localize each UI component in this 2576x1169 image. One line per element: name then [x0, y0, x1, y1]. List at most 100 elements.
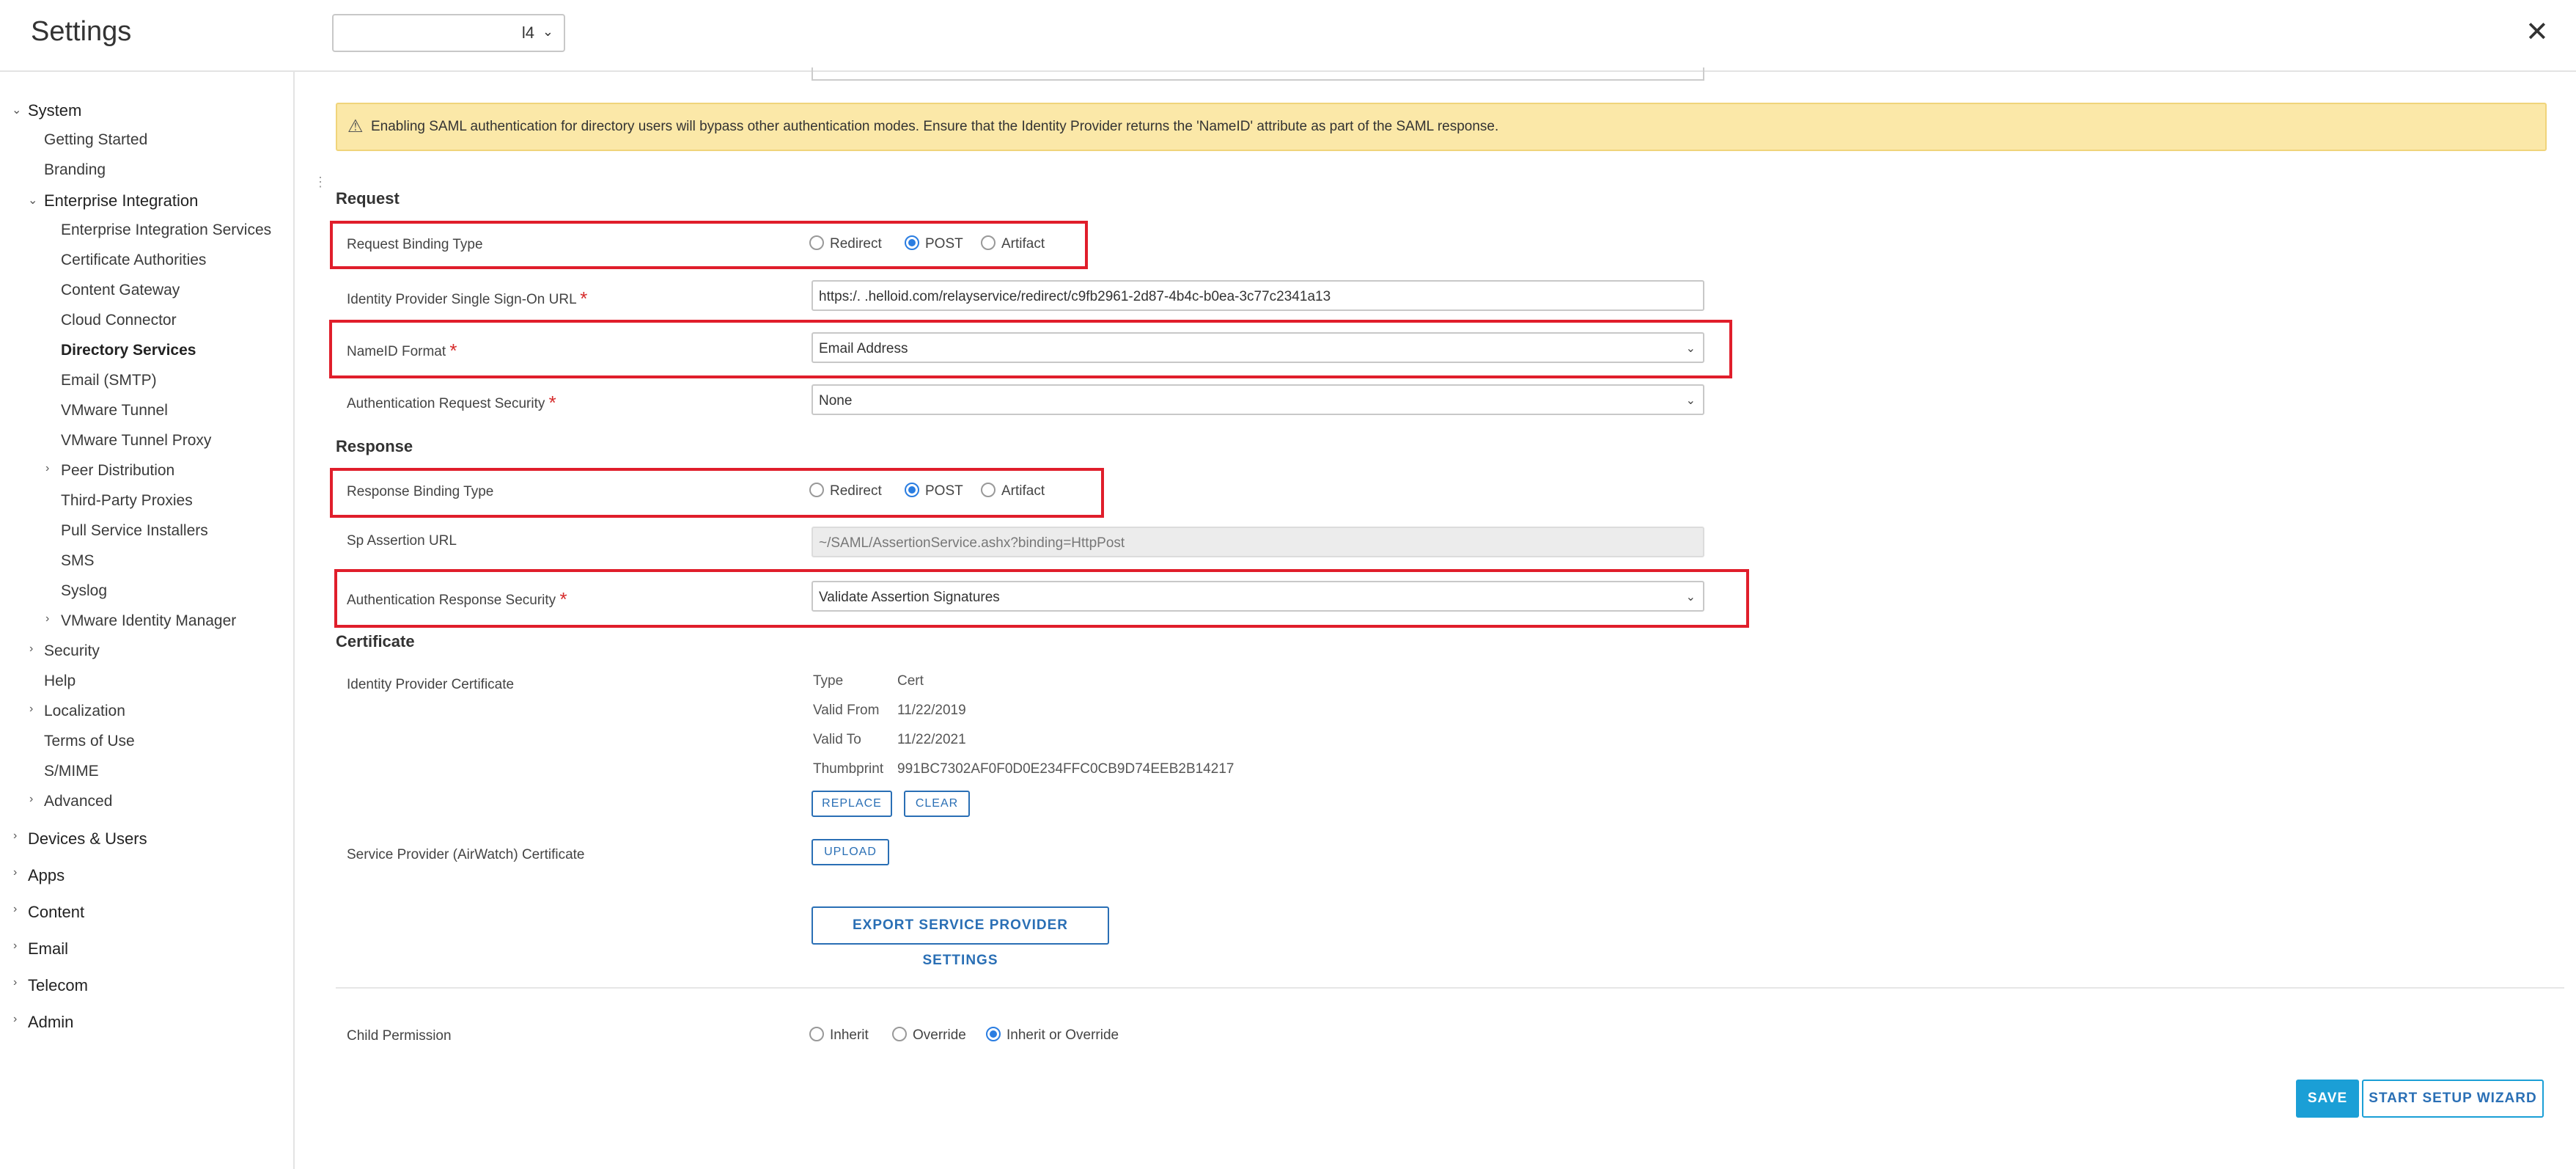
chevron-right-icon[interactable]: › — [13, 903, 17, 916]
auth-response-security-select[interactable]: Validate Assertion Signatures ⌄ — [812, 581, 1704, 612]
chevron-down-icon: ⌄ — [542, 24, 553, 39]
sidebar-item-syslog[interactable]: Syslog — [61, 582, 107, 600]
idp-certificate-label: Identity Provider Certificate — [347, 677, 515, 692]
child-permission-override-radio[interactable]: Override — [892, 1026, 966, 1044]
sidebar-item-advanced[interactable]: Advanced — [44, 793, 112, 810]
required-marker: * — [449, 340, 457, 362]
response-binding-redirect-radio[interactable]: Redirect — [809, 482, 882, 499]
radio-label: POST — [925, 483, 963, 499]
nameid-format-select[interactable]: Email Address ⌄ — [812, 332, 1704, 363]
replace-button[interactable]: REPLACE — [812, 791, 892, 817]
chevron-right-icon[interactable]: › — [29, 642, 33, 656]
sidebar-item-content[interactable]: Content — [28, 903, 84, 922]
response-binding-post-radio[interactable]: POST — [905, 482, 963, 499]
main-content: ⚠ Enabling SAML authentication for direc… — [295, 67, 2576, 1169]
sidebar-item-vmware-tunnel-proxy[interactable]: VMware Tunnel Proxy — [61, 432, 211, 450]
chevron-right-icon[interactable]: › — [29, 793, 33, 806]
organization-group-value: l4 — [521, 23, 534, 42]
radio-label: Inherit — [830, 1027, 869, 1043]
request-binding-redirect-radio[interactable]: Redirect — [809, 235, 882, 252]
radio-selected-icon — [905, 235, 919, 250]
sidebar-item-sms[interactable]: SMS — [61, 552, 95, 570]
sidebar-item-terms-of-use[interactable]: Terms of Use — [44, 733, 135, 750]
partial-input-field[interactable] — [812, 67, 1704, 81]
chevron-right-icon[interactable]: › — [13, 829, 17, 843]
cert-type-value: Cert — [897, 673, 924, 689]
sso-url-input[interactable]: https:/. .helloid.com/relayservice/redir… — [812, 280, 1704, 311]
sidebar-item-vmware-identity-manager[interactable]: VMware Identity Manager — [61, 612, 236, 630]
header-bar: Settings l4 ⌄ ✕ — [0, 0, 2576, 72]
radio-label: Redirect — [830, 483, 882, 499]
select-value: Email Address — [819, 341, 908, 356]
child-permission-inherit-radio[interactable]: Inherit — [809, 1026, 869, 1044]
sidebar-item-vmware-tunnel[interactable]: VMware Tunnel — [61, 402, 168, 419]
required-marker: * — [548, 392, 556, 414]
sidebar-item-third-party-proxies[interactable]: Third-Party Proxies — [61, 492, 193, 510]
sidebar-item-help[interactable]: Help — [44, 673, 76, 690]
sidebar-item-content-gateway[interactable]: Content Gateway — [61, 282, 180, 299]
sidebar-item-certificate-authorities[interactable]: Certificate Authorities — [61, 252, 206, 269]
sidebar-item-admin[interactable]: Admin — [28, 1013, 73, 1032]
cert-type-key: Type — [813, 673, 844, 689]
sidebar-item-cloud-connector[interactable]: Cloud Connector — [61, 312, 177, 329]
sso-url-label: Identity Provider Single Sign-On URL * — [347, 286, 587, 309]
select-value: Validate Assertion Signatures — [819, 590, 1000, 605]
response-binding-artifact-radio[interactable]: Artifact — [981, 482, 1045, 499]
chevron-right-icon[interactable]: › — [13, 939, 17, 953]
cert-valid-to-value: 11/22/2021 — [897, 732, 966, 747]
clear-button[interactable]: CLEAR — [904, 791, 970, 817]
chevron-down-icon[interactable]: ⌄ — [28, 193, 37, 208]
sidebar-item-telecom[interactable]: Telecom — [28, 976, 88, 995]
label-text: Authentication Request Security — [347, 396, 545, 411]
sidebar-item-email-smtp[interactable]: Email (SMTP) — [61, 372, 157, 389]
sidebar-item-enterprise-integration-services[interactable]: Enterprise Integration Services — [61, 221, 271, 239]
sidebar-item-devices-users[interactable]: Devices & Users — [28, 829, 147, 849]
save-button[interactable]: SAVE — [2296, 1080, 2359, 1118]
sp-certificate-label: Service Provider (AirWatch) Certificate — [347, 847, 585, 862]
sidebar-item-email[interactable]: Email — [28, 939, 68, 959]
chevron-right-icon[interactable]: › — [13, 1013, 17, 1026]
sidebar-item-peer-distribution[interactable]: Peer Distribution — [61, 462, 174, 480]
sidebar-item-pull-service-installers[interactable]: Pull Service Installers — [61, 522, 208, 540]
start-setup-wizard-button[interactable]: START SETUP WIZARD — [2362, 1080, 2544, 1118]
response-section-title: Response — [336, 437, 413, 455]
organization-group-select[interactable]: l4 ⌄ — [332, 14, 565, 52]
auth-request-security-select[interactable]: None ⌄ — [812, 384, 1704, 415]
sidebar-item-enterprise-integration[interactable]: Enterprise Integration — [44, 191, 198, 210]
child-permission-inherit-or-override-radio[interactable]: Inherit or Override — [986, 1026, 1119, 1044]
warning-banner: ⚠ Enabling SAML authentication for direc… — [336, 103, 2547, 151]
cert-valid-to-key: Valid To — [813, 732, 861, 747]
request-section-title: Request — [336, 189, 400, 208]
request-binding-artifact-radio[interactable]: Artifact — [981, 235, 1045, 252]
sidebar-item-branding[interactable]: Branding — [44, 161, 106, 179]
input-value: ~/SAML/AssertionService.ashx?binding=Htt… — [819, 535, 1125, 551]
sidebar-item-apps[interactable]: Apps — [28, 866, 65, 885]
radio-icon — [809, 235, 824, 250]
close-icon[interactable]: ✕ — [2525, 18, 2549, 46]
radio-selected-icon — [986, 1026, 1001, 1041]
chevron-down-icon: ⌄ — [1685, 342, 1696, 355]
nameid-label: NameID Format * — [347, 338, 457, 362]
request-binding-post-radio[interactable]: POST — [905, 235, 963, 252]
chevron-right-icon[interactable]: › — [29, 703, 33, 716]
export-sp-settings-button[interactable]: EXPORT SERVICE PROVIDER SETTINGS — [812, 906, 1109, 968]
chevron-down-icon[interactable]: ⌄ — [12, 103, 21, 117]
sidebar-item-localization[interactable]: Localization — [44, 703, 125, 720]
chevron-right-icon[interactable]: › — [13, 866, 17, 879]
input-value: https:/. .helloid.com/relayservice/redir… — [819, 289, 1331, 304]
sidebar-item-smime[interactable]: S/MIME — [44, 763, 99, 780]
upload-button[interactable]: UPLOAD — [812, 839, 889, 865]
chevron-right-icon[interactable]: › — [45, 462, 49, 475]
sidebar-item-getting-started[interactable]: Getting Started — [44, 131, 147, 149]
radio-icon — [892, 1026, 907, 1041]
sidebar-item-directory-services[interactable]: Directory Services — [61, 342, 196, 359]
select-value: None — [819, 393, 853, 408]
request-binding-label: Request Binding Type — [347, 237, 483, 252]
sidebar-item-security[interactable]: Security — [44, 642, 100, 660]
radio-label: POST — [925, 236, 963, 252]
chevron-right-icon[interactable]: › — [13, 976, 17, 989]
radio-label: Artifact — [1001, 236, 1045, 252]
chevron-right-icon[interactable]: › — [45, 612, 49, 626]
certificate-section-title: Certificate — [336, 632, 415, 651]
sidebar-item-system[interactable]: System — [28, 101, 81, 120]
